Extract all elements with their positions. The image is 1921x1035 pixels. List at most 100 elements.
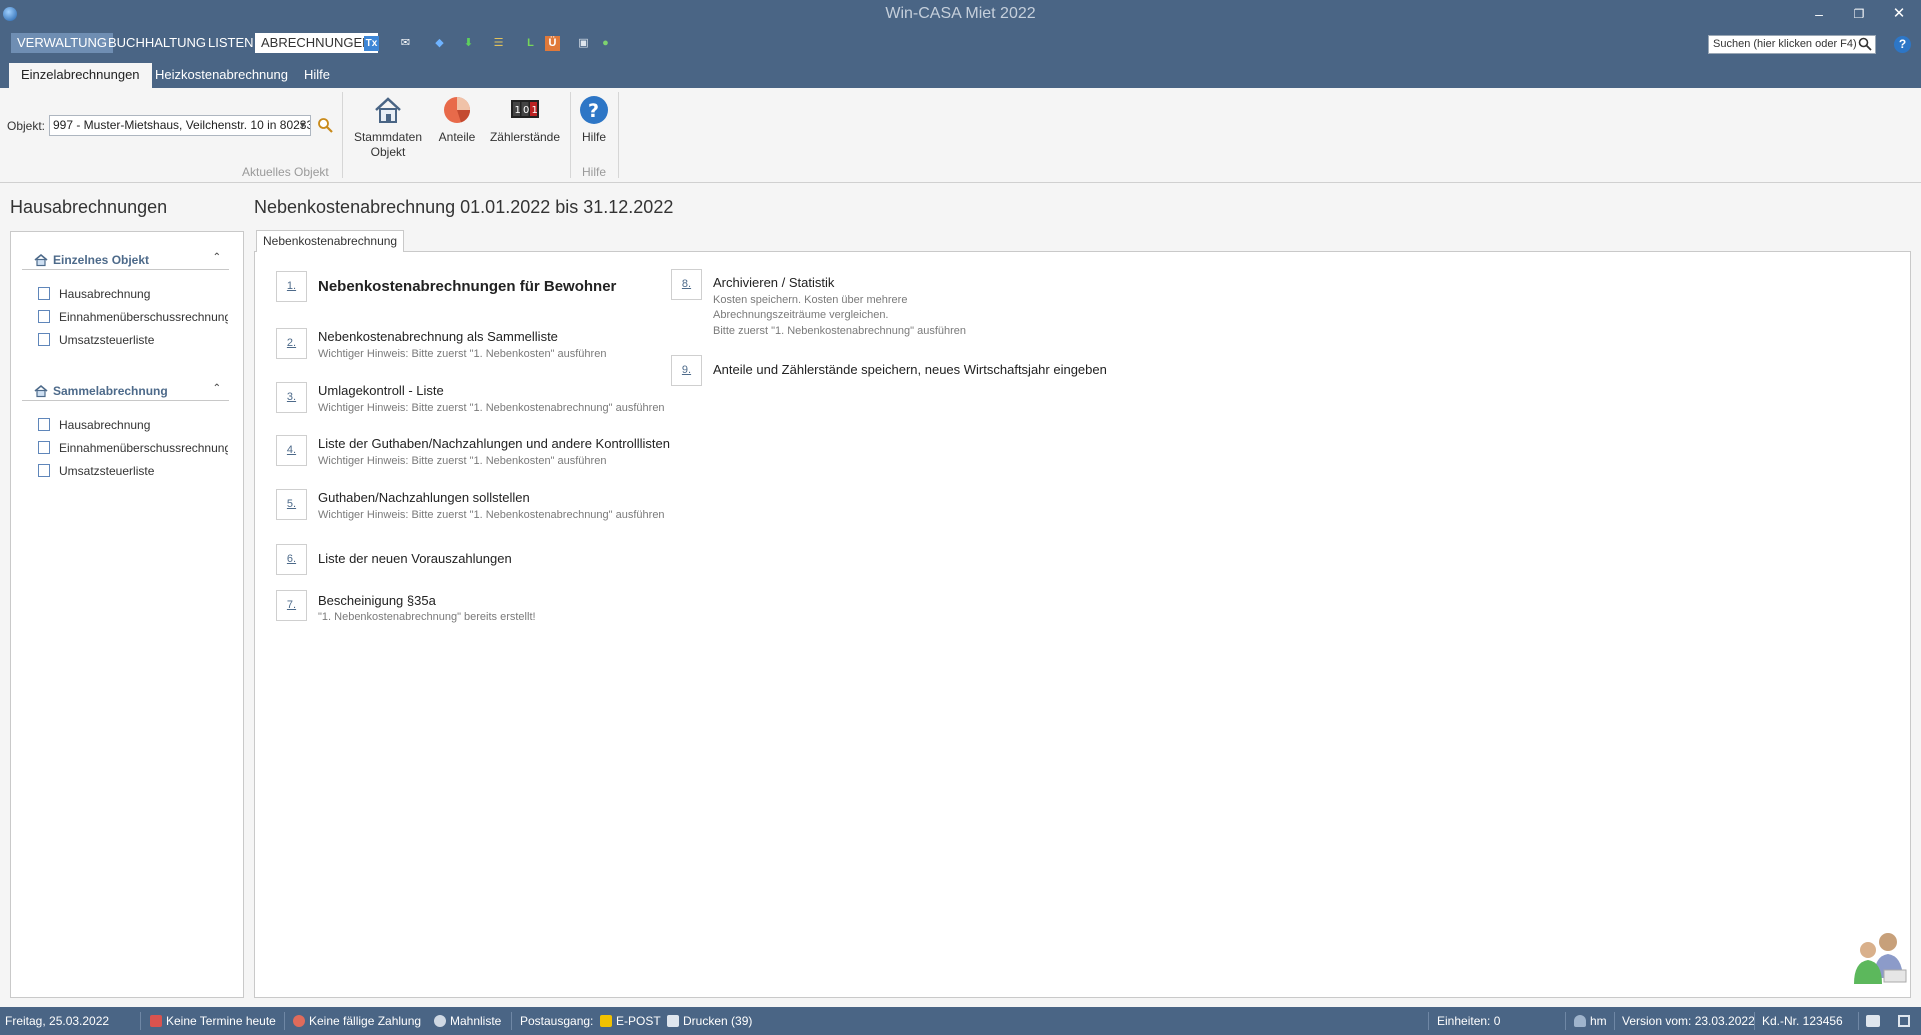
zaehlerstaende-button[interactable]: 101 Zählerstände <box>488 94 562 145</box>
status-termine[interactable]: Keine Termine heute <box>150 1014 276 1028</box>
step-title[interactable]: Liste der Guthaben/Nachzahlungen und and… <box>318 436 670 451</box>
help-icon[interactable]: ? <box>1894 36 1911 53</box>
chat-icon[interactable]: ● <box>598 36 613 51</box>
layout-icon[interactable] <box>1898 1015 1910 1027</box>
step-hint-line-3: Bitte zuerst "1. Nebenkostenabrechnung" … <box>713 325 967 337</box>
menu-listen[interactable]: LISTEN <box>202 33 260 53</box>
status-separator <box>1754 1012 1755 1030</box>
status-user[interactable]: hm <box>1574 1014 1607 1028</box>
bookmark-icon[interactable]: ◆ <box>432 36 447 51</box>
mahnliste-text: Mahnliste <box>450 1014 502 1028</box>
menu-verwaltung[interactable]: VERWALTUNG <box>11 33 114 53</box>
documents-icon <box>38 464 50 477</box>
step-hint-line-2: Abrechnungszeiträume vergleichen. <box>713 309 889 321</box>
status-drucken[interactable]: Drucken (39) <box>667 1014 752 1028</box>
step-number[interactable]: 6. <box>276 544 307 575</box>
status-version: Version vom: 23.03.2022 <box>1622 1014 1755 1028</box>
title-bar: Win-CASA Miet 2022 – ❐ ✕ <box>0 0 1921 29</box>
step-title[interactable]: Guthaben/Nachzahlungen sollstellen <box>318 490 530 505</box>
nav-item-umsatzsteuerliste[interactable]: Umsatzsteuerliste <box>38 331 228 349</box>
printer-icon <box>667 1015 679 1027</box>
main-menu-bar: VERWALTUNG BUCHHALTUNG LISTEN ABRECHNUNG… <box>0 29 1921 59</box>
nav-item-sammel-umsatzsteuerliste[interactable]: Umsatzsteuerliste <box>38 462 228 480</box>
chevron-up-icon[interactable]: ⌃ <box>213 383 221 394</box>
step-hint: Wichtiger Hinweis: Bitte zuerst "1. Nebe… <box>318 455 607 467</box>
step-number[interactable]: 9. <box>671 355 702 386</box>
nav-item-hausabrechnung[interactable]: Hausabrechnung <box>38 285 228 303</box>
connection-icon[interactable] <box>1866 1015 1880 1027</box>
step-title[interactable]: Anteile und Zählerstände speichern, neue… <box>713 362 1107 377</box>
status-separator <box>1428 1012 1429 1030</box>
step-number[interactable]: 3. <box>276 382 307 413</box>
restore-button[interactable]: ❐ <box>1844 3 1874 25</box>
group-label-hilfe: Hilfe <box>582 165 607 179</box>
textverarbeitung-icon[interactable]: Tx <box>364 36 379 51</box>
window-icon[interactable]: ▣ <box>576 36 591 51</box>
status-separator <box>284 1012 285 1030</box>
step-number[interactable]: 2. <box>276 328 307 359</box>
status-mahnliste[interactable]: Mahnliste <box>434 1014 501 1028</box>
global-search-input[interactable]: Suchen (hier klicken oder F4) <box>1708 35 1876 54</box>
stammdaten-label-2: Objekt <box>370 145 406 159</box>
nav-item-einnahmenueberschussrechnung[interactable]: Einnahmenüberschussrechnung <box>38 308 228 326</box>
step-title[interactable]: Liste der neuen Vorauszahlungen <box>318 551 512 566</box>
step-hint: "1. Nebenkostenabrechnung" bereits erste… <box>318 611 536 623</box>
section-einzelnes-objekt[interactable]: Einzelnes Objekt ⌃ <box>22 250 229 270</box>
u-icon[interactable]: Ü <box>545 36 560 51</box>
search-icon <box>1858 37 1872 51</box>
step-number[interactable]: 4. <box>276 435 307 466</box>
status-postausgang: Postausgang: <box>520 1014 594 1028</box>
minimize-button[interactable]: – <box>1804 3 1834 25</box>
l-icon[interactable]: L <box>523 36 538 51</box>
step-title[interactable]: Nebenkostenabrechnung als Sammelliste <box>318 329 558 344</box>
step-number[interactable]: 7. <box>276 590 307 621</box>
menu-abrechnungen[interactable]: ABRECHNUNGEN <box>255 33 378 53</box>
step-title[interactable]: Nebenkostenabrechnungen für Bewohner <box>318 278 616 295</box>
pie-chart-icon <box>444 97 471 123</box>
nav-item-label: Umsatzsteuerliste <box>59 464 155 478</box>
nav-item-label: Umsatzsteuerliste <box>59 333 155 347</box>
ribbon-separator <box>618 92 619 178</box>
chevron-up-icon[interactable]: ⌃ <box>213 252 221 263</box>
tab-einzelabrechnungen[interactable]: Einzelabrechnungen <box>9 63 152 88</box>
list-icon[interactable]: ☰ <box>491 36 506 51</box>
step-number[interactable]: 1. <box>276 271 307 302</box>
status-separator <box>1858 1012 1859 1030</box>
status-epost[interactable]: E-POST <box>600 1014 661 1028</box>
step-title[interactable]: Bescheinigung §35a <box>318 593 436 608</box>
documents-icon <box>38 441 50 454</box>
nav-item-sammel-einnahmenueberschussrechnung[interactable]: Einnahmenüberschussrechnung <box>38 439 228 457</box>
step-number[interactable]: 8. <box>671 269 702 300</box>
step-title[interactable]: Archivieren / Statistik <box>713 275 834 290</box>
support-people-icon[interactable] <box>1848 926 1910 988</box>
menu-buchhaltung[interactable]: BUCHHALTUNG <box>102 33 212 53</box>
document-icon <box>38 333 50 346</box>
tab-nebenkostenabrechnung[interactable]: Nebenkostenabrechnung <box>256 230 405 252</box>
section-sammelabrechnung[interactable]: Sammelabrechnung ⌃ <box>22 381 229 401</box>
tab-heizkostenabrechnung[interactable]: Heizkostenabrechnung <box>143 63 300 88</box>
anteile-button[interactable]: Anteile <box>432 94 482 145</box>
objekt-select[interactable]: 997 - Muster-Mietshaus, Veilchenstr. 10 … <box>49 115 311 136</box>
objekt-search-icon[interactable] <box>317 117 333 133</box>
nav-item-sammel-hausabrechnung[interactable]: Hausabrechnung <box>38 416 228 434</box>
step-title[interactable]: Umlagekontroll - Liste <box>318 383 444 398</box>
alarm-icon <box>293 1015 305 1027</box>
hilfe-button[interactable]: ? Hilfe <box>576 94 612 145</box>
status-zahlung[interactable]: Keine fällige Zahlung <box>293 1014 421 1028</box>
search-placeholder: Suchen (hier klicken oder F4) <box>1713 38 1857 50</box>
user-icon <box>1574 1015 1586 1027</box>
step-hint: Wichtiger Hinweis: Bitte zuerst "1. Nebe… <box>318 509 665 521</box>
step-number[interactable]: 5. <box>276 489 307 520</box>
speech-bubble-icon <box>434 1015 446 1027</box>
hausabrechnungen-title: Hausabrechnungen <box>10 197 168 217</box>
download-icon[interactable]: ⬇ <box>461 36 476 51</box>
close-button[interactable]: ✕ <box>1884 3 1914 25</box>
status-separator <box>1614 1012 1615 1030</box>
calendar-icon <box>150 1015 162 1027</box>
tab-hilfe[interactable]: Hilfe <box>292 63 342 88</box>
status-bar: Freitag, 25.03.2022 Keine Termine heute … <box>0 1007 1921 1035</box>
stammdaten-objekt-button[interactable]: Stammdaten Objekt <box>352 94 424 160</box>
counter-icon: 101 <box>511 100 539 118</box>
mail-icon[interactable]: ✉ <box>398 36 413 51</box>
section-title: Sammelabrechnung <box>53 384 168 398</box>
